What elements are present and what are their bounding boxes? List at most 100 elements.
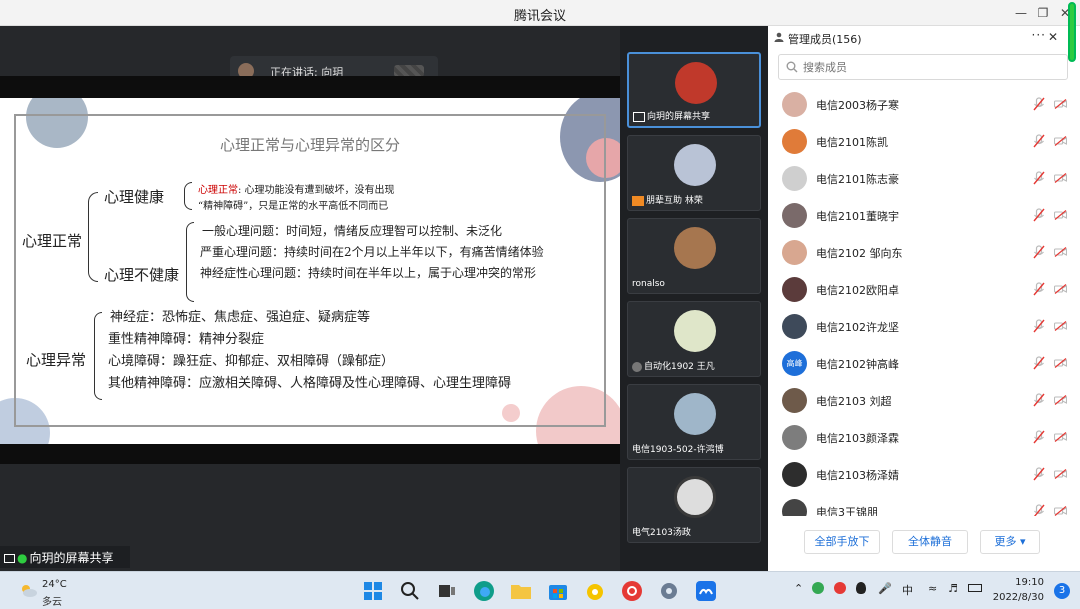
search-button[interactable] [398, 579, 422, 603]
panel-header: 管理成员(156) ··· ✕ [768, 26, 1080, 50]
lower-all-hands-button[interactable]: 全部手放下 [804, 530, 880, 554]
video-tile[interactable]: ronalso [627, 218, 761, 294]
tencent-meeting-button[interactable] [694, 579, 718, 603]
camera-off-icon[interactable] [1054, 247, 1067, 257]
member-row[interactable]: 电信2103 刘超 [768, 382, 1080, 419]
member-row[interactable]: 电信2102 邹向东 [768, 234, 1080, 271]
start-button[interactable] [361, 579, 385, 603]
store-button[interactable] [546, 579, 570, 603]
member-row[interactable]: 电信3王锦朋 [768, 493, 1080, 516]
camera-off-icon[interactable] [1054, 506, 1067, 516]
mic-muted-icon[interactable] [1033, 504, 1045, 516]
member-row[interactable]: 电信2103杨泽婧 [768, 456, 1080, 493]
camera-off-icon[interactable] [1054, 432, 1067, 442]
disorder-item: 重性精神障碍：精神分裂症 [108, 332, 265, 347]
video-tile[interactable]: 自动化1902 王凡 [627, 301, 761, 377]
member-avatar [782, 240, 807, 265]
weather-widget[interactable]: 24°C 多云 [14, 578, 94, 608]
member-row[interactable]: 电信2003杨子寒 [768, 86, 1080, 123]
search-input[interactable] [803, 58, 1053, 76]
healthy-definition: 心理正常: 心理功能没有遭到破坏，没有出现 [198, 185, 395, 196]
app-button[interactable] [583, 579, 607, 603]
mute-all-button[interactable]: 全体静音 [892, 530, 968, 554]
mic-muted-icon[interactable] [1033, 356, 1045, 370]
notification-badge[interactable]: 3 [1054, 583, 1070, 599]
mic-muted-icon[interactable] [1033, 319, 1045, 333]
camera-off-icon[interactable] [1054, 321, 1067, 331]
camera-off-icon[interactable] [1054, 358, 1067, 368]
label-normal: 心理正常 [22, 232, 83, 250]
member-row[interactable]: 电信2102许龙坚 [768, 308, 1080, 345]
member-row[interactable]: 电信2102欧阳卓 [768, 271, 1080, 308]
slide: 心理正常与心理异常的区分 心理正常 心理健康 心理正常: 心理功能没有遭到破坏，… [0, 98, 620, 444]
panel-title: 管理成员(156) [788, 33, 862, 46]
mic-muted-icon[interactable] [1033, 467, 1045, 481]
video-tile[interactable]: 电信1903-502-许鸿博 [627, 384, 761, 460]
participant-avatar [674, 144, 716, 186]
member-avatar [782, 388, 807, 413]
screen-share-icon [633, 111, 645, 122]
member-name: 电信2003杨子寒 [816, 99, 899, 112]
panel-footer: 全部手放下 全体静音 更多 ▾ [768, 526, 1080, 562]
volume-icon[interactable]: ♬ [948, 582, 958, 595]
tile-name: 朋辈互助 林荣 [632, 193, 703, 206]
task-view-button[interactable] [435, 579, 459, 603]
mic-muted-icon[interactable] [1033, 245, 1045, 259]
minimize-button[interactable]: — [1010, 3, 1032, 23]
member-row[interactable]: 电信2101陈凯 [768, 123, 1080, 160]
mic-muted-icon[interactable] [1033, 97, 1045, 111]
camera-off-icon[interactable] [1054, 173, 1067, 183]
mic-muted-icon[interactable] [1033, 134, 1045, 148]
camera-off-icon[interactable] [1054, 210, 1067, 220]
taskbar: 24°C 多云 ⌃ 🎤 中 ≈ ♬ 19:10 2022/8/30 3 [0, 571, 1080, 609]
member-row[interactable]: 电信2103颜泽霖 [768, 419, 1080, 456]
letterbox-bottom [0, 444, 620, 464]
video-tile[interactable]: 电气2103汤政 [627, 467, 761, 543]
more-options-icon[interactable]: ··· [1032, 28, 1046, 42]
settings-button[interactable] [657, 579, 681, 603]
close-icon[interactable]: ✕ [1048, 30, 1058, 44]
tray-app-icon[interactable] [812, 582, 824, 597]
member-row[interactable]: 电信2101陈志豪 [768, 160, 1080, 197]
camera-off-icon[interactable] [1054, 469, 1067, 479]
member-row[interactable]: 高峰 电信2102钟高峰 [768, 345, 1080, 382]
member-panel: 管理成员(156) ··· ✕ 电信2003杨子寒 电信2101陈凯 电信210… [768, 26, 1080, 571]
camera-off-icon[interactable] [1054, 99, 1067, 109]
label-healthy: 心理健康 [104, 188, 165, 206]
app-icon [587, 584, 603, 600]
scroll-indicator[interactable] [1068, 2, 1076, 62]
video-tile[interactable]: 朋辈互助 林荣 [627, 135, 761, 211]
participant-avatar [674, 476, 716, 518]
member-name: 电信2102许龙坚 [816, 321, 899, 334]
member-search[interactable] [778, 54, 1068, 80]
partly-cloudy-icon [22, 585, 37, 597]
camera-off-icon[interactable] [1054, 136, 1067, 146]
member-avatar [782, 425, 807, 450]
edge-button[interactable] [472, 579, 496, 603]
video-tile[interactable]: 向玥的屏幕共享 [627, 52, 761, 128]
file-explorer-button[interactable] [509, 579, 533, 603]
title-bar: 腾讯会议 — ❐ ✕ [0, 0, 1080, 26]
mic-muted-icon[interactable] [1033, 208, 1045, 222]
member-avatar [782, 166, 807, 191]
member-name: 电信2103 刘超 [816, 395, 892, 408]
mic-muted-icon[interactable] [1033, 430, 1045, 444]
mic-muted-icon[interactable] [1033, 171, 1045, 185]
more-button[interactable]: 更多 ▾ [980, 530, 1040, 554]
camera-off-icon[interactable] [1054, 395, 1067, 405]
mic-muted-icon[interactable] [1033, 393, 1045, 407]
tray-expand-icon[interactable]: ⌃ [794, 582, 803, 595]
member-row[interactable]: 电信2101董晓宇 [768, 197, 1080, 234]
netease-music-button[interactable] [620, 579, 644, 603]
wifi-icon[interactable]: ≈ [928, 582, 937, 595]
mic-muted-icon[interactable] [1033, 282, 1045, 296]
window-title: 腾讯会议 [513, 9, 566, 24]
mic-icon[interactable]: 🎤 [878, 582, 892, 595]
battery-icon[interactable] [968, 582, 982, 595]
restore-button[interactable]: ❐ [1032, 3, 1054, 23]
clock[interactable]: 19:10 2022/8/30 [993, 575, 1044, 605]
ime-indicator[interactable]: 中 [902, 582, 913, 598]
qq-icon[interactable] [856, 582, 866, 597]
tray-app-icon[interactable] [834, 582, 846, 597]
camera-off-icon[interactable] [1054, 284, 1067, 294]
